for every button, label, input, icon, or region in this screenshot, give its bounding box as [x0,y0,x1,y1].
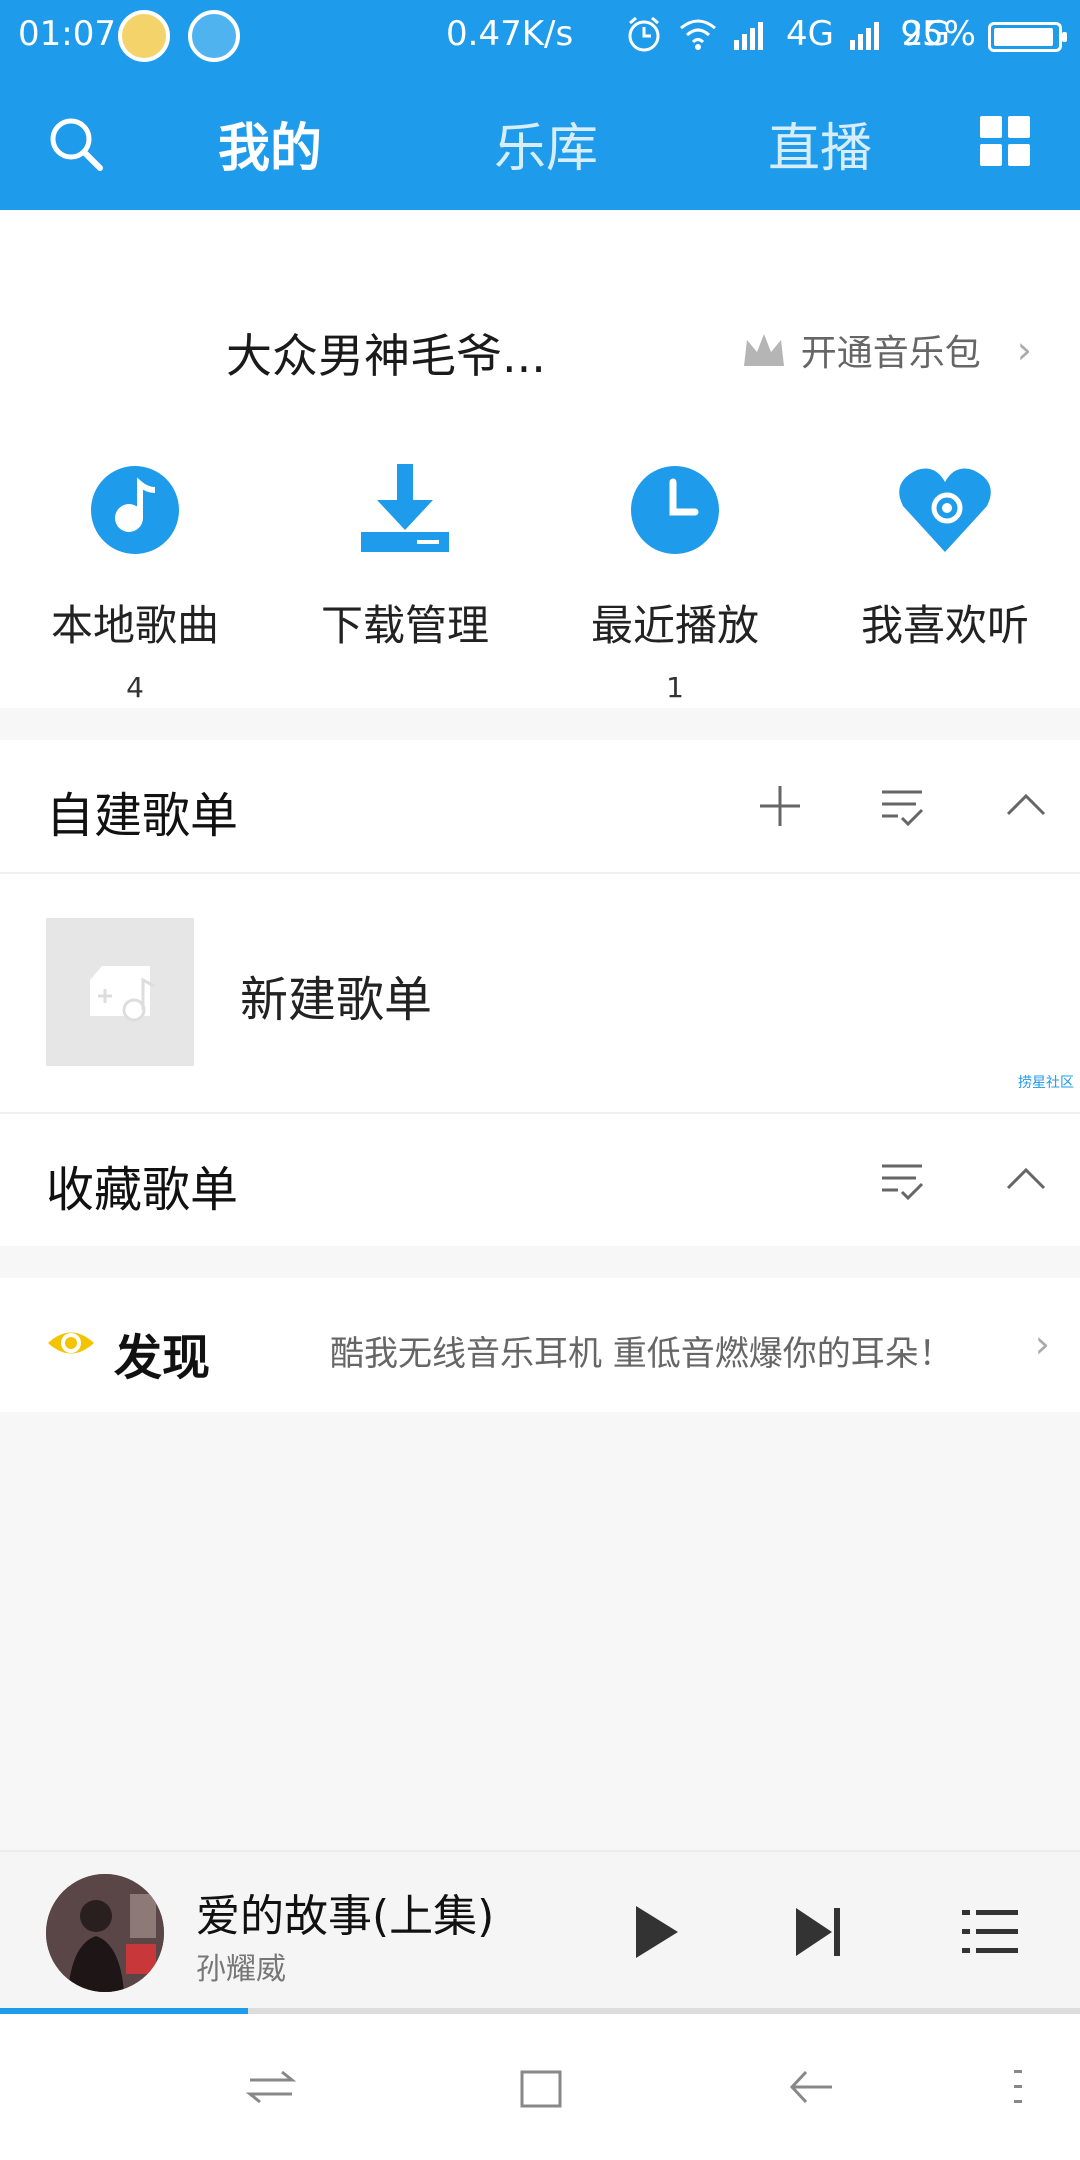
quick-count: 1 [666,671,684,704]
username[interactable]: 大众男神毛爷... [226,320,546,386]
new-playlist-icon [90,966,155,1022]
collapse-chevron-icon[interactable] [1000,1154,1052,1206]
system-nav-bar [0,2014,1080,2160]
more-icon[interactable] [1000,2060,1054,2114]
local-music-icon [91,466,179,554]
tab-mine[interactable]: 我的 [218,106,322,181]
tab-live[interactable]: 直播 [768,106,872,181]
home-square-icon[interactable] [514,2060,568,2114]
status-bar: 01:07 0.47K/s 4G 2G 95% [0,0,1080,72]
add-playlist-icon[interactable] [754,780,806,832]
vip-chevron-icon: › [1016,328,1032,372]
new-playlist-thumb[interactable] [46,918,194,1066]
quick-local-music[interactable]: 本地歌曲 4 [0,460,270,704]
alarm-icon [628,16,660,52]
discover-promo-text[interactable]: 酷我无线音乐耳机 重低音燃爆你的耳朵！ [330,1326,953,1375]
back-arrow-icon[interactable] [784,2060,838,2114]
eye-icon [48,1332,94,1354]
quick-count: 4 [126,671,144,704]
tab-library[interactable]: 乐库 [494,106,598,181]
watermark: 捞星社区 [1018,1075,1074,1091]
clock-icon [631,466,719,554]
discover-chevron-icon: › [1034,1322,1050,1366]
heart-icon [899,468,991,552]
album-cover[interactable] [46,1874,164,1992]
grid-menu-icon[interactable] [980,116,1030,166]
quick-download[interactable]: 下载管理 [270,460,540,703]
network-speed: 0.47K/s [446,14,574,54]
new-playlist-label[interactable]: 新建歌单 [240,960,432,1030]
play-icon[interactable] [632,1902,682,1962]
notification-app-icon [118,10,170,62]
playlist-icon[interactable] [960,1904,1020,1960]
signal-icon [734,22,764,50]
discover-label: 发现 [114,1330,211,1386]
battery-icon [988,22,1067,52]
signal-icon-2 [850,22,880,50]
song-title: 爱的故事(上集) [196,1891,495,1942]
artist-photo [46,1874,164,1992]
custom-playlists-title: 自建歌单 [46,788,239,844]
mini-player[interactable]: 爱的故事(上集) 孙耀威 [0,1850,1080,2010]
song-artist: 孙耀威 [196,1952,286,1987]
top-bar: 01:07 0.47K/s 4G 2G 95% 我的 乐库 直播 [0,0,1080,210]
quick-label: 最近播放 [590,601,759,650]
manage-playlists-icon[interactable] [876,780,928,832]
manage-playlists-icon[interactable] [876,1154,928,1206]
quick-count [270,671,540,703]
next-track-icon[interactable] [794,1902,844,1962]
quick-recent[interactable]: 最近播放 1 [540,460,810,704]
collected-playlists-title: 收藏歌单 [46,1162,239,1218]
search-icon[interactable] [46,114,106,174]
network-type-1: 4G [786,14,835,54]
battery-percent: 95% [900,14,976,54]
quick-count [810,671,1080,703]
quick-label: 下载管理 [320,601,489,650]
main-nav: 我的 乐库 直播 [0,72,1080,210]
divider [0,872,1080,874]
download-icon [361,464,449,552]
quick-label: 我喜欢听 [860,601,1029,650]
vip-label: 开通音乐包 [800,333,981,374]
weather-icon [188,10,240,62]
battery-level [994,28,1053,46]
vip-entry[interactable]: 开通音乐包 › [741,324,1032,376]
status-time: 01:07 [18,14,116,54]
wifi-icon [680,19,716,50]
collapse-chevron-icon[interactable] [1000,780,1052,832]
switch-icon[interactable] [244,2060,298,2114]
quick-label: 本地歌曲 [50,601,219,650]
crown-icon [743,334,784,366]
quick-favorites[interactable]: 我喜欢听 [810,460,1080,703]
